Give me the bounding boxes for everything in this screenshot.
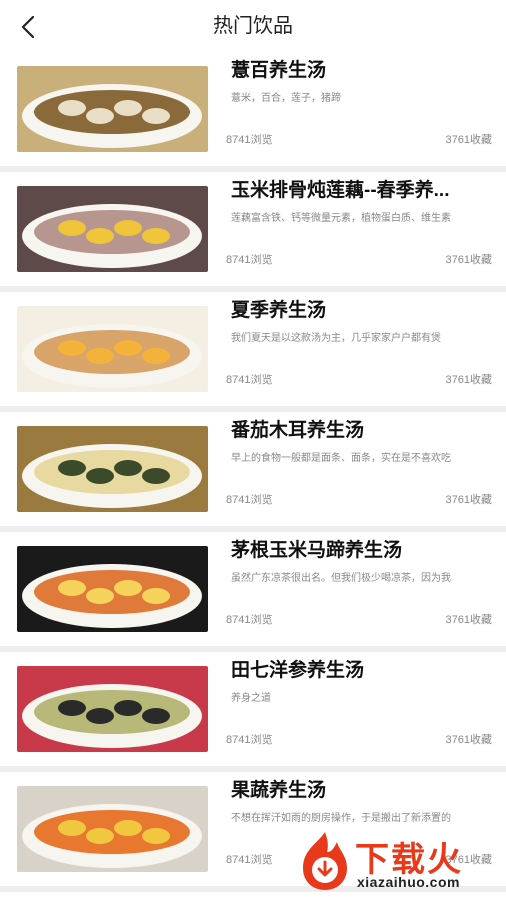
item-thumbnail — [17, 666, 208, 752]
page-title: 热门饮品 — [213, 15, 293, 37]
item-description: 养身之道 — [231, 693, 271, 704]
soup-photo — [17, 666, 208, 752]
item-title: 番茄木耳养生汤 — [231, 420, 365, 441]
soup-photo — [17, 426, 208, 512]
item-views: 8741浏览 — [226, 254, 273, 266]
list-item[interactable]: 番茄木耳养生汤 早上的食物一般都是面条、面条，实在是不喜欢吃 8741浏览 37… — [0, 412, 506, 532]
item-views: 8741浏览 — [226, 734, 273, 746]
soup-photo — [17, 66, 208, 152]
soup-photo — [17, 786, 208, 872]
soup-photo — [17, 186, 208, 272]
list-item[interactable]: 玉米排骨炖莲藕--春季养... 莲藕富含铁、钙等微量元素，植物蛋白质、维生素 8… — [0, 172, 506, 292]
item-favorites: 3761收藏 — [445, 374, 492, 386]
item-favorites: 3761收藏 — [445, 734, 492, 746]
soup-photo — [17, 306, 208, 392]
item-thumbnail — [17, 426, 208, 512]
flame-logo-icon — [303, 832, 347, 890]
item-views: 8741浏览 — [226, 494, 273, 506]
list-item[interactable]: 田七洋参养生汤 养身之道 8741浏览 3761收藏 — [0, 652, 506, 772]
item-favorites: 3761收藏 — [445, 254, 492, 266]
item-description: 莲藕富含铁、钙等微量元素，植物蛋白质、维生素 — [231, 213, 451, 224]
item-title: 茅根玉米马蹄养生汤 — [231, 540, 403, 561]
item-thumbnail — [17, 546, 208, 632]
item-title: 田七洋参养生汤 — [231, 660, 365, 681]
top-bar: 热门饮品 — [0, 0, 506, 52]
item-description: 早上的食物一般都是面条、面条，实在是不喜欢吃 — [231, 453, 451, 464]
item-description: 虽然广东凉茶很出名。但我们极少喝凉茶，因为我 — [231, 573, 451, 584]
soup-list: 薏百养生汤 薏米，百合，莲子，猪蹄 8741浏览 3761收藏 玉米排骨炖莲藕-… — [0, 52, 506, 892]
list-item[interactable]: 夏季养生汤 我们夏天是以这款汤为主，几乎家家户户都有煲 8741浏览 3761收… — [0, 292, 506, 412]
watermark-url: xiazaihuo.com — [357, 874, 460, 890]
item-views: 8741浏览 — [226, 134, 273, 146]
item-title: 果蔬养生汤 — [231, 780, 327, 801]
item-title: 夏季养生汤 — [231, 300, 327, 321]
item-title: 玉米排骨炖莲藕--春季养... — [231, 180, 450, 201]
soup-photo — [17, 546, 208, 632]
item-thumbnail — [17, 786, 208, 872]
item-description: 我们夏天是以这款汤为主，几乎家家户户都有煲 — [231, 333, 441, 344]
item-thumbnail — [17, 186, 208, 272]
item-title: 薏百养生汤 — [231, 60, 327, 81]
list-item[interactable]: 薏百养生汤 薏米，百合，莲子，猪蹄 8741浏览 3761收藏 — [0, 52, 506, 172]
list-item[interactable]: 茅根玉米马蹄养生汤 虽然广东凉茶很出名。但我们极少喝凉茶，因为我 8741浏览 … — [0, 532, 506, 652]
item-views: 8741浏览 — [226, 374, 273, 386]
item-description: 不想在挥汗如雨的厨房操作，于是搬出了新添置的 — [231, 813, 451, 824]
item-thumbnail — [17, 306, 208, 392]
item-favorites: 3761收藏 — [445, 134, 492, 146]
item-views: 8741浏览 — [226, 614, 273, 626]
item-thumbnail — [17, 66, 208, 152]
item-favorites: 3761收藏 — [445, 614, 492, 626]
watermark-logo: 下载火 xiazaihuo.com — [297, 828, 502, 894]
item-views: 8741浏览 — [226, 854, 273, 866]
item-favorites: 3761收藏 — [445, 494, 492, 506]
item-description: 薏米，百合，莲子，猪蹄 — [231, 93, 341, 104]
